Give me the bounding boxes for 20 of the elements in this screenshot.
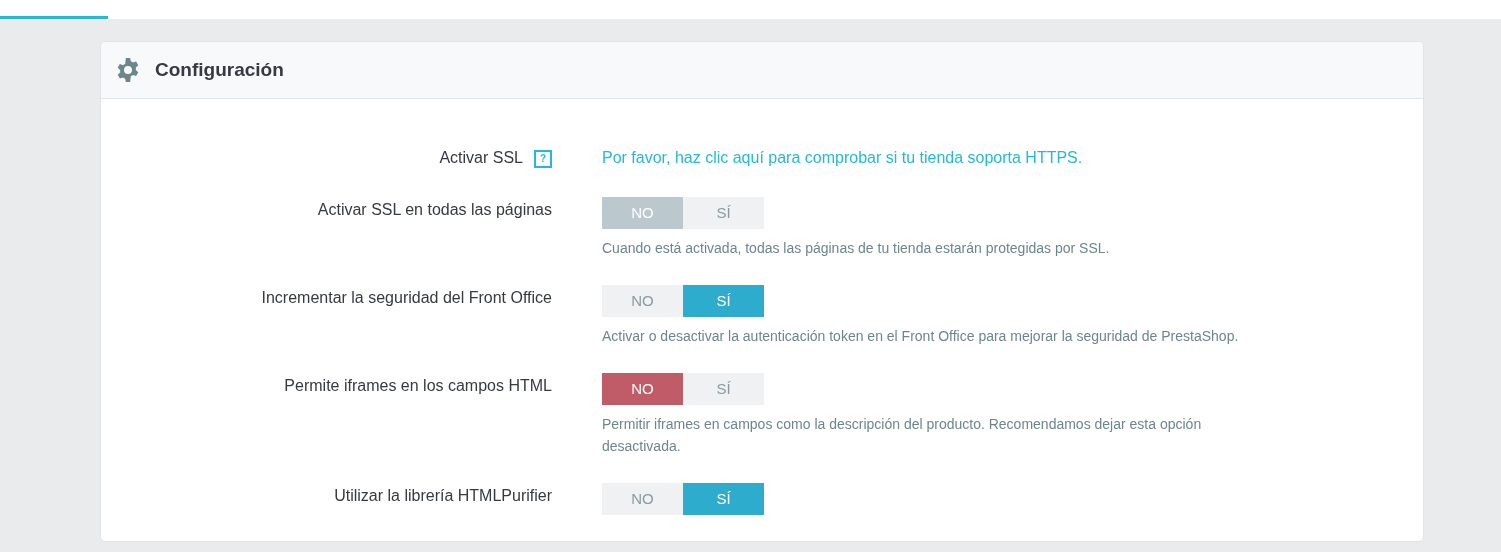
- switch-option[interactable]: NO: [602, 285, 683, 317]
- help-icon[interactable]: ?: [534, 149, 552, 168]
- field-label: Activar SSL: [439, 149, 523, 166]
- field-label: Incrementar la seguridad del Front Office: [261, 289, 552, 306]
- switch-option[interactable]: SÍ: [683, 373, 764, 405]
- switch-option[interactable]: SÍ: [683, 197, 764, 229]
- help-text: Activar o desactivar la autenticación token en el Front Office para mejorar la seguridad de PrestaShop.: [602, 327, 1240, 346]
- switch-option[interactable]: NO: [602, 483, 683, 515]
- switch-option[interactable]: SÍ: [683, 483, 764, 515]
- field-label: Activar SSL en todas las páginas: [317, 201, 552, 218]
- switch-option[interactable]: NO: [602, 373, 683, 405]
- field-label: Permite iframes en los campos HTML: [284, 377, 552, 394]
- check-https-link[interactable]: Por favor, haz clic aquí para comprobar si tu tienda soporta HTTPS.: [602, 149, 1083, 166]
- help-text: Cuando está activada, todas las páginas de tu tienda estarán protegidas por SSL.: [602, 239, 1111, 258]
- help-text: Permitir iframes en campos como la descripción del producto. Recomendamos dejar esta opción desactivada.: [602, 415, 1203, 456]
- switch-option[interactable]: NO: [602, 197, 683, 229]
- settings-icon: [115, 57, 141, 83]
- switch-option[interactable]: SÍ: [683, 285, 764, 317]
- panel-title: Configuración: [155, 57, 284, 82]
- field-label: Utilizar la librería HTMLPurifier: [334, 487, 552, 504]
